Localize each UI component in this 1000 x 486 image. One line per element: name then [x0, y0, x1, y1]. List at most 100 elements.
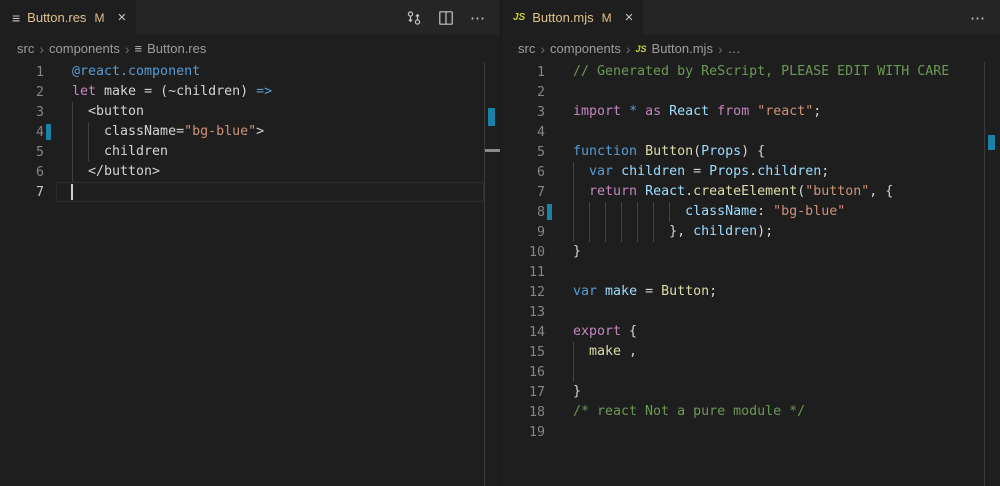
breadcrumb-label: components: [550, 41, 621, 56]
overview-ruler-scrollbar[interactable]: [984, 62, 1000, 486]
line-number[interactable]: 1: [0, 65, 44, 80]
code-editor-left[interactable]: 1 @react.component 2 let make = (~children)…: [0, 62, 500, 486]
line-number[interactable]: 12: [501, 285, 545, 300]
line-number[interactable]: 14: [501, 325, 545, 340]
code-text: </button>: [72, 162, 160, 182]
line-number[interactable]: 4: [0, 125, 44, 140]
overview-modified-marker: [988, 135, 995, 150]
line-number[interactable]: 6: [0, 165, 44, 180]
line-number[interactable]: 3: [501, 105, 545, 120]
line-number[interactable]: 16: [501, 365, 545, 380]
code-line[interactable]: 5 function Button(Props) {: [501, 142, 984, 162]
breadcrumb-item[interactable]: components: [49, 41, 120, 56]
code-line[interactable]: 4 className="bg-blue">: [0, 122, 484, 142]
code-text: className="bg-blue">: [72, 122, 264, 142]
more-actions-icon[interactable]: ⋯: [470, 9, 486, 27]
line-number[interactable]: 19: [501, 425, 545, 440]
line-number[interactable]: 17: [501, 385, 545, 400]
breadcrumb-item[interactable]: components: [550, 41, 621, 56]
code-line[interactable]: 8 className: "bg-blue": [501, 202, 984, 222]
code-line[interactable]: 1 // Generated by ReScript, PLEASE EDIT W…: [501, 62, 984, 82]
text-cursor: [71, 184, 73, 200]
tab-button-mjs[interactable]: JS Button.mjs M ×: [501, 0, 643, 35]
code-line[interactable]: 12var make = Button;: [501, 282, 984, 302]
line-number[interactable]: 5: [0, 145, 44, 160]
code-text: }: [573, 382, 581, 402]
line-number[interactable]: 5: [501, 145, 545, 160]
code-line[interactable]: 15 make ,: [501, 342, 984, 362]
code-text: // Generated by ReScript, PLEASE EDIT WI…: [573, 62, 949, 82]
code-editor-right[interactable]: 1 // Generated by ReScript, PLEASE EDIT W…: [501, 62, 1000, 486]
code-lines: 1 @react.component 2 let make = (~children)…: [0, 62, 484, 202]
code-line[interactable]: 5 children: [0, 142, 484, 162]
line-number[interactable]: 1: [501, 65, 545, 80]
code-line[interactable]: 2 let make = (~children) =>: [0, 82, 484, 102]
breadcrumb-item[interactable]: src: [518, 41, 535, 56]
code-line[interactable]: 14 export {: [501, 322, 984, 342]
line-number[interactable]: 4: [501, 125, 545, 140]
breadcrumb-label: Button.res: [147, 41, 206, 56]
code-line[interactable]: 16: [501, 362, 984, 382]
code-line[interactable]: 19: [501, 422, 984, 442]
close-icon[interactable]: ×: [117, 10, 126, 25]
code-line[interactable]: 11: [501, 262, 984, 282]
tab-bar-right: JS Button.mjs M × ⋯: [501, 0, 1000, 35]
line-number[interactable]: 7: [501, 185, 545, 200]
code-line[interactable]: 18/* react Not a pure module */: [501, 402, 984, 422]
modified-badge: M: [602, 11, 612, 25]
javascript-file-icon: JS: [513, 12, 525, 23]
breadcrumb-item[interactable]: ≡Button.res: [135, 41, 207, 56]
line-number[interactable]: 15: [501, 345, 545, 360]
breadcrumb-separator-icon: ›: [125, 41, 130, 57]
breadcrumb-label: components: [49, 41, 120, 56]
tab-button-res[interactable]: ≡ Button.res M ×: [0, 0, 136, 35]
code-line[interactable]: 2: [501, 82, 984, 102]
tab-strip-empty: [643, 0, 970, 35]
code-line[interactable]: 1 @react.component: [0, 62, 484, 82]
more-actions-icon[interactable]: ⋯: [970, 9, 986, 27]
line-number[interactable]: 9: [501, 225, 545, 240]
code-line[interactable]: 3import * as React from "react";: [501, 102, 984, 122]
code-line[interactable]: 4: [501, 122, 984, 142]
code-line[interactable]: 7 return React.createElement("button", {: [501, 182, 984, 202]
code-text: let make = (~children) =>: [72, 82, 272, 102]
code-text: }: [573, 242, 581, 262]
line-number[interactable]: 11: [501, 265, 545, 280]
editor-workbench: ≡ Button.res M ×: [0, 0, 1000, 486]
open-changes-icon[interactable]: [406, 10, 422, 26]
code-text: @react.component: [72, 62, 200, 82]
breadcrumb-left: src › components › ≡Button.res: [0, 35, 500, 62]
breadcrumb-label: Button.mjs: [652, 41, 713, 56]
javascript-file-icon: JS: [636, 44, 647, 54]
breadcrumb-item[interactable]: JS Button.mjs: [636, 41, 713, 56]
line-number[interactable]: 7: [0, 185, 44, 200]
code-line[interactable]: 9 }, children);: [501, 222, 984, 242]
split-editor-icon[interactable]: [438, 10, 454, 26]
overview-ruler-scrollbar[interactable]: [484, 62, 500, 486]
line-number[interactable]: 18: [501, 405, 545, 420]
code-line[interactable]: 13: [501, 302, 984, 322]
breadcrumb-separator-icon: ›: [540, 41, 545, 57]
code-text: export {: [573, 322, 637, 342]
code-line[interactable]: 6 </button>: [0, 162, 484, 182]
line-number[interactable]: 2: [0, 85, 44, 100]
code-line[interactable]: 10}: [501, 242, 984, 262]
line-number[interactable]: 13: [501, 305, 545, 320]
line-number[interactable]: 3: [0, 105, 44, 120]
code-line[interactable]: 3 <button: [0, 102, 484, 122]
line-number[interactable]: 2: [501, 85, 545, 100]
breadcrumb-separator-icon: ›: [39, 41, 44, 57]
editor-pane-left: ≡ Button.res M ×: [0, 0, 500, 486]
close-icon[interactable]: ×: [625, 10, 634, 25]
breadcrumb-item[interactable]: src: [17, 41, 34, 56]
code-text: children: [72, 142, 168, 162]
tab-strip-empty: [136, 0, 406, 35]
code-line[interactable]: 6 var children = Props.children;: [501, 162, 984, 182]
breadcrumb-item[interactable]: …: [728, 41, 741, 56]
line-number[interactable]: 6: [501, 165, 545, 180]
code-line[interactable]: 17}: [501, 382, 984, 402]
line-number[interactable]: 10: [501, 245, 545, 260]
tab-label: Button.mjs: [532, 10, 593, 25]
code-text: function Button(Props) {: [573, 142, 765, 162]
line-number[interactable]: 8: [501, 205, 545, 220]
